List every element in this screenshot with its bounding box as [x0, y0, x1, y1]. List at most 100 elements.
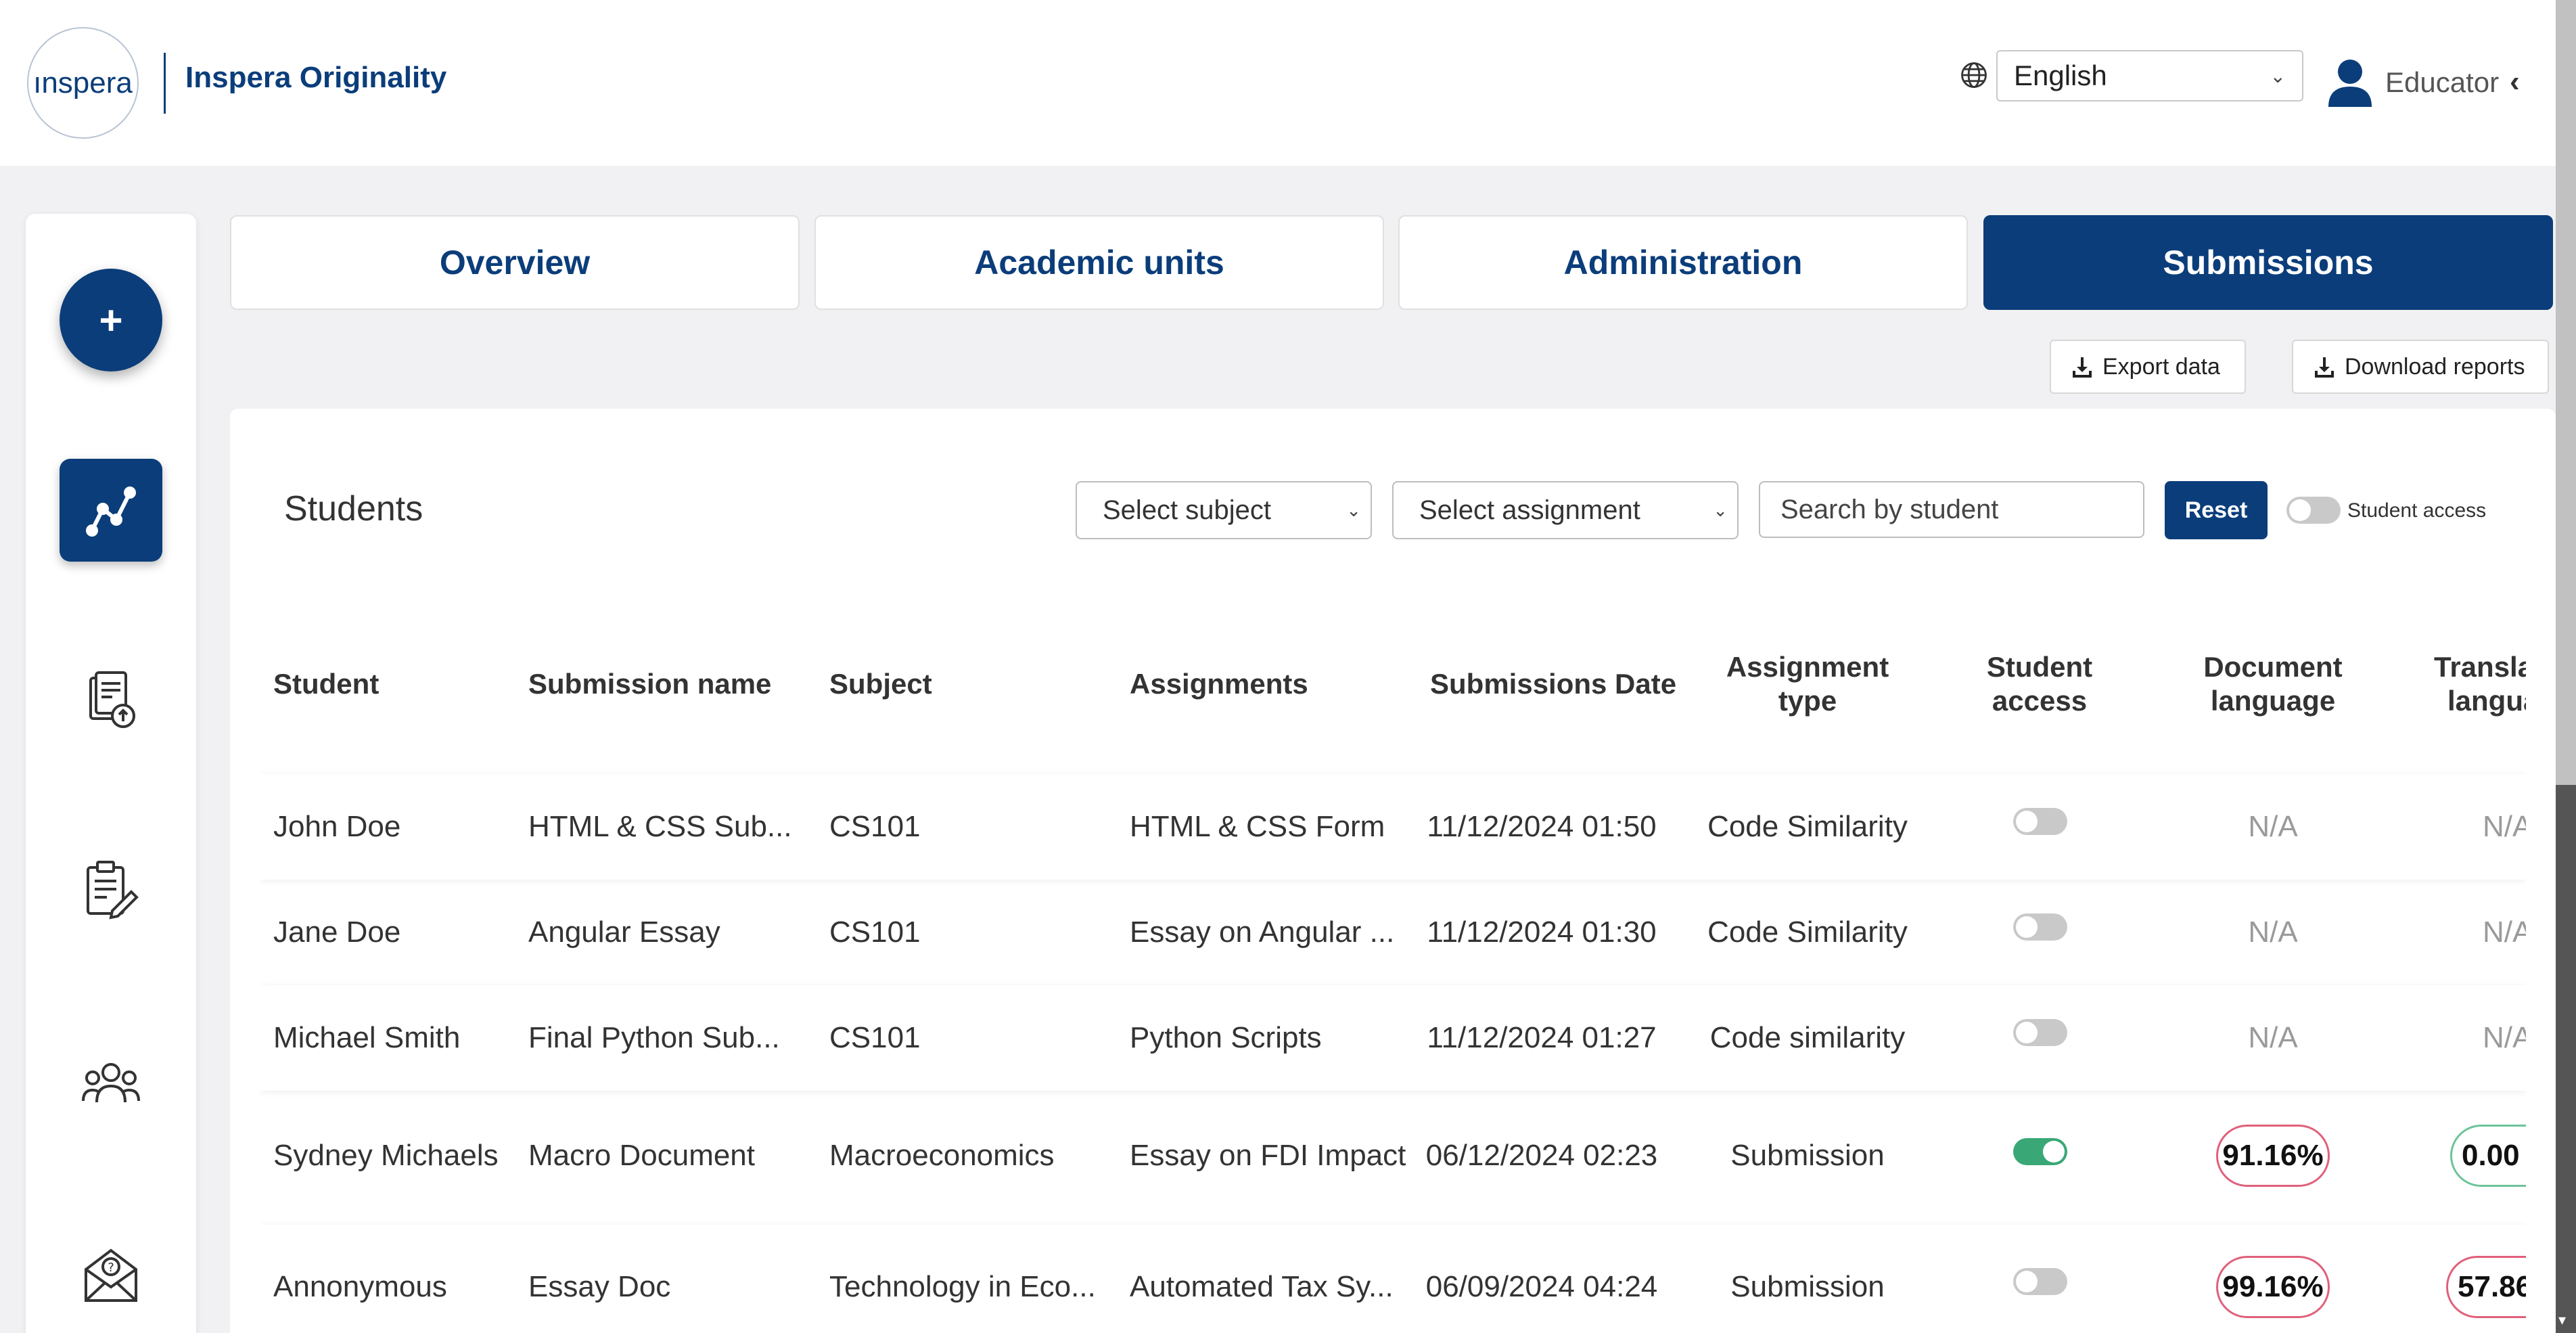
chevron-down-icon: ⌄ — [2270, 65, 2286, 87]
app-title: Inspera Originality — [185, 61, 447, 94]
cell-document-language: N/A — [2248, 810, 2298, 843]
clipboard-edit-icon — [87, 861, 139, 920]
download-reports-label: Download reports — [2345, 353, 2525, 380]
toggle-knob — [2043, 1141, 2065, 1162]
tab-administration[interactable]: Administration — [1398, 215, 1968, 310]
cell-assignment: Essay on FDI Impact — [1130, 1139, 1406, 1172]
download-icon — [2073, 357, 2092, 378]
cell-subject: CS101 — [829, 916, 921, 949]
mail-help-icon: ? — [85, 1248, 137, 1302]
student-access-toggle[interactable] — [2013, 1138, 2067, 1165]
cell-assignment-type: Submission — [1730, 1270, 1885, 1303]
student-access-label: Student access — [2347, 499, 2487, 522]
cell-translated-language: N/A — [2483, 810, 2526, 843]
cell-student[interactable]: Sydney Michaels — [273, 1139, 499, 1173]
toggle-knob — [2016, 1022, 2038, 1043]
sidebar-item-documents[interactable] — [77, 666, 145, 734]
user-role[interactable]: Educator — [2385, 66, 2499, 99]
cell-submission-name[interactable]: Final Python Sub... — [528, 1021, 780, 1055]
cell-assignment: Essay on Angular ... — [1130, 916, 1395, 949]
cell-document-language: N/A — [2248, 1021, 2298, 1054]
student-access-toggle[interactable] — [2013, 808, 2067, 835]
cell-assignment: HTML & CSS Form — [1130, 810, 1385, 843]
cell-submission-name[interactable]: HTML & CSS Sub... — [528, 810, 792, 844]
subject-select[interactable]: Select subject ⌄ — [1076, 481, 1372, 539]
student-access-toggle[interactable] — [2013, 1019, 2067, 1046]
search-by-student-input[interactable] — [1759, 481, 2144, 538]
tab-label: Academic units — [974, 244, 1224, 281]
add-button[interactable]: + — [60, 269, 162, 371]
toggle-knob — [2289, 499, 2311, 521]
cell-translated-language: N/A — [2483, 916, 2526, 949]
cell-subject: CS101 — [829, 1021, 921, 1054]
cell-assignment-type: Submission — [1730, 1139, 1885, 1172]
users-group-icon — [82, 1063, 140, 1103]
toggle-knob — [2016, 916, 2038, 938]
toggle-knob — [2016, 811, 2038, 832]
cell-student[interactable]: Annonymous — [273, 1270, 447, 1304]
tab-overview[interactable]: Overview — [230, 215, 800, 310]
cell-subject: Macroeconomics — [829, 1139, 1055, 1172]
download-reports-button[interactable]: Download reports — [2292, 340, 2549, 394]
translated-language-score-badge[interactable]: 0.00 — [2450, 1125, 2526, 1187]
document-upload-icon — [89, 671, 135, 728]
translated-language-score-badge[interactable]: 57.86 — [2446, 1256, 2526, 1318]
inspera-logo[interactable]: ınspera — [27, 27, 139, 139]
scroll-down-icon[interactable]: ▾ — [2558, 1311, 2566, 1329]
tab-label: Submissions — [2163, 244, 2374, 281]
students-title: Students — [284, 489, 423, 528]
student-access-toggle[interactable] — [2013, 1268, 2067, 1295]
scrollbar-thumb[interactable] — [2556, 785, 2576, 1333]
plus-icon: + — [99, 297, 123, 343]
toggle-knob — [2016, 1271, 2038, 1292]
cell-student[interactable]: John Doe — [273, 810, 400, 844]
language-value: English — [2014, 60, 2107, 91]
cell-date: 11/12/2024 01:50 — [1427, 810, 1657, 843]
cell-translated-language: N/A — [2483, 1021, 2526, 1054]
user-icon[interactable] — [2327, 58, 2373, 107]
download-icon — [2315, 357, 2334, 378]
cell-assignment: Python Scripts — [1130, 1021, 1322, 1054]
export-data-button[interactable]: Export data — [2050, 340, 2246, 394]
cell-date: 11/12/2024 01:30 — [1427, 916, 1657, 949]
cell-student[interactable]: Jane Doe — [273, 916, 400, 949]
sidebar-item-assignments[interactable] — [77, 856, 145, 924]
cell-student[interactable]: Michael Smith — [273, 1021, 460, 1055]
student-access-toggle[interactable] — [2286, 497, 2341, 524]
chevron-down-icon: ⌄ — [1713, 499, 1728, 520]
document-language-score-badge[interactable]: 99.16% — [2216, 1256, 2330, 1318]
reset-button[interactable]: Reset — [2165, 481, 2268, 539]
cell-date: 11/12/2024 01:27 — [1427, 1021, 1657, 1054]
document-language-score-badge[interactable]: 91.16% — [2216, 1125, 2330, 1187]
tab-academic-units[interactable]: Academic units — [814, 215, 1384, 310]
logo-text: ınspera — [33, 66, 133, 99]
cell-assignment-type: Code Similarity — [1707, 916, 1908, 949]
language-select[interactable]: English ⌄ — [1996, 50, 2303, 101]
cell-date: 06/09/2024 04:24 — [1425, 1270, 1658, 1303]
tab-label: Administration — [1563, 244, 1803, 281]
chevron-left-icon[interactable]: ‹ — [2510, 65, 2520, 99]
export-data-label: Export data — [2102, 353, 2220, 380]
cell-subject: CS101 — [829, 810, 921, 843]
sidebar-item-users[interactable] — [77, 1049, 145, 1116]
cell-submission-name[interactable]: Angular Essay — [528, 916, 720, 949]
scrollbar-track-upper[interactable] — [2556, 0, 2576, 785]
cell-assignment: Automated Tax Sy... — [1130, 1270, 1394, 1303]
cell-submission-name[interactable]: Essay Doc — [528, 1270, 670, 1304]
assignment-select-value: Select assignment — [1419, 495, 1640, 525]
table-body: John Doe HTML & CSS Sub... CS101 HTML & … — [260, 595, 2526, 1333]
tab-submissions[interactable]: Submissions — [1983, 215, 2553, 310]
tab-label: Overview — [439, 244, 591, 281]
cell-assignment-type: Code similarity — [1709, 1021, 1906, 1054]
analytics-icon — [86, 487, 136, 537]
cell-date: 06/12/2024 02:23 — [1425, 1139, 1658, 1172]
subject-select-value: Select subject — [1103, 495, 1272, 525]
chevron-down-icon: ⌄ — [1346, 499, 1361, 520]
sidebar — [26, 214, 196, 1333]
sidebar-item-support[interactable]: ? — [77, 1242, 145, 1309]
svg-text:?: ? — [108, 1261, 114, 1275]
cell-submission-name[interactable]: Macro Document — [528, 1139, 755, 1173]
assignment-select[interactable]: Select assignment ⌄ — [1392, 481, 1739, 539]
sidebar-item-analytics[interactable] — [60, 459, 162, 562]
student-access-toggle[interactable] — [2013, 913, 2067, 941]
